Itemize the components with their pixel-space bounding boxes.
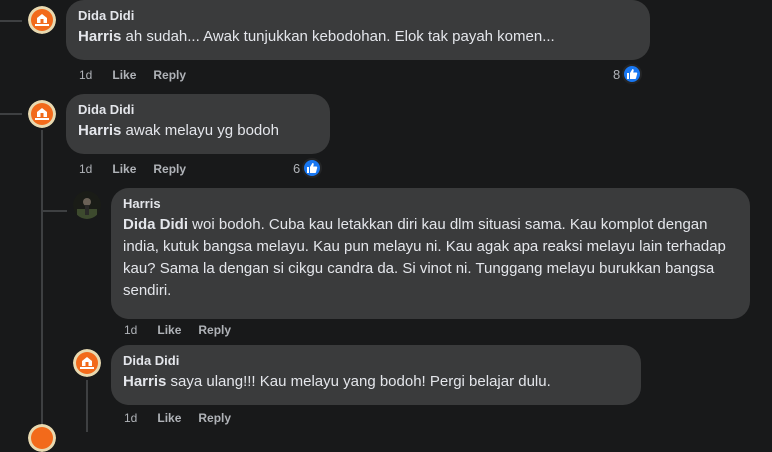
avatar-dida-partial[interactable] [28,424,56,452]
temple-logo-icon [28,424,56,452]
timestamp[interactable]: 1d [79,68,92,82]
comment-author[interactable]: Dida Didi [78,8,638,24]
like-button[interactable]: Like [112,68,136,82]
mention-link[interactable]: Dida Didi [123,216,188,233]
person-photo-icon [73,191,101,219]
reply-author[interactable]: Dida Didi [123,353,629,369]
comment-author[interactable]: Dida Didi [78,102,318,118]
thread-line-top [0,20,22,22]
thumbs-up-icon [622,64,643,84]
comment-text: Harris ah sudah... Awak tunjukkan kebodo… [78,26,638,48]
reply-bubble-1: Harris Dida Didi woi bodoh. Cuba kau let… [111,188,750,319]
timestamp[interactable]: 1d [124,323,137,337]
reply-body: woi bodoh. Cuba kau letakkan diri kau dl… [123,216,726,299]
avatar-dida-2[interactable] [28,100,56,128]
reply-text: Dida Didi woi bodoh. Cuba kau letakkan d… [123,214,738,302]
avatar-dida-3[interactable] [73,349,101,377]
like-button[interactable]: Like [157,411,181,425]
comment-body: ah sudah... Awak tunjukkan kebodohan. El… [121,28,555,45]
mention-link[interactable]: Harris [78,28,121,45]
temple-logo-icon [73,349,101,377]
comment-bubble-2: Dida Didi Harris awak melayu yg bodoh [66,94,330,154]
reply-button[interactable]: Reply [198,411,231,425]
thread-line-mid [0,113,22,115]
reply-author[interactable]: Harris [123,196,738,212]
comment-actions-1: 1d Like Reply [79,68,203,82]
comment-actions-2: 1d Like Reply [79,162,203,176]
like-button[interactable]: Like [112,162,136,176]
temple-logo-icon [28,6,56,34]
mention-link[interactable]: Harris [123,373,166,390]
like-button[interactable]: Like [157,323,181,337]
reply-text: Harris saya ulang!!! Kau melayu yang bod… [123,371,629,393]
reaction-count-1[interactable]: 8 [613,64,643,84]
reply-actions-1: 1d Like Reply [124,323,248,337]
reply-actions-2: 1d Like Reply [124,411,248,425]
reply-button[interactable]: Reply [153,68,186,82]
mention-link[interactable]: Harris [78,122,121,139]
timestamp[interactable]: 1d [79,162,92,176]
reaction-number: 6 [293,160,301,176]
thread-line-reply2-vert [86,380,88,432]
avatar-harris[interactable] [73,191,101,219]
reply-button[interactable]: Reply [198,323,231,337]
reply-button[interactable]: Reply [153,162,186,176]
thread-line-vertical [41,130,43,432]
temple-logo-icon [28,100,56,128]
comment-text: Harris awak melayu yg bodoh [78,120,318,142]
comment-body: awak melayu yg bodoh [121,122,279,139]
reaction-number: 8 [613,66,621,82]
thread-line-reply1 [41,210,67,212]
reply-bubble-2: Dida Didi Harris saya ulang!!! Kau melay… [111,345,641,405]
timestamp[interactable]: 1d [124,411,137,425]
avatar-dida-1[interactable] [28,6,56,34]
thumbs-up-icon [302,158,323,178]
reply-body: saya ulang!!! Kau melayu yang bodoh! Per… [166,373,551,390]
reaction-count-2[interactable]: 6 [293,158,323,178]
comment-bubble-1: Dida Didi Harris ah sudah... Awak tunjuk… [66,0,650,60]
